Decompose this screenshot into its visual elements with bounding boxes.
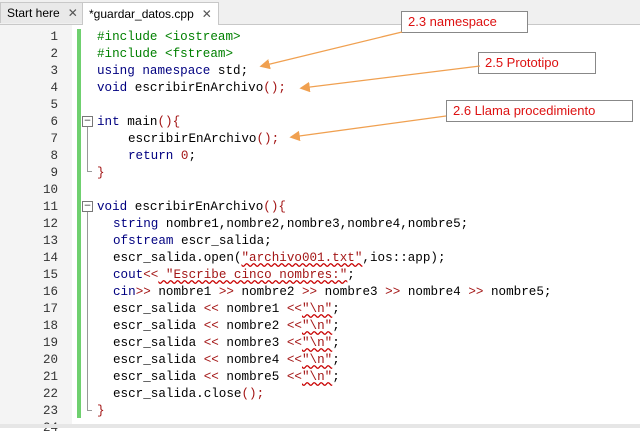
code-line-21: escr_salida << nombre5 <<"\n"; [113,370,340,384]
fold-toggle-escribir[interactable]: − [82,201,93,212]
annotation-prototipo: 2.5 Prototipo [478,52,596,74]
line-number: 2 [50,47,58,61]
line-number: 7 [50,132,58,146]
fold-end [87,171,92,172]
tab-label: *guardar_datos.cpp [89,7,194,21]
code-line-19: escr_salida << nombre3 <<"\n"; [113,336,340,350]
line-number: 24 [42,421,58,435]
tab-guardar-datos[interactable]: *guardar_datos.cpp ✕ [82,2,219,25]
code-line-23: } [97,404,105,418]
horizontal-scrollbar[interactable] [0,424,640,428]
tab-start-here[interactable]: Start here ✕ [0,2,85,23]
code-line-4: void escribirEnArchivo(); [97,81,286,95]
code-line-20: escr_salida << nombre4 <<"\n"; [113,353,340,367]
line-number: 18 [42,319,58,333]
line-number: 3 [50,64,58,78]
line-number: 13 [42,234,58,248]
code-line-7: escribirEnArchivo(); [128,132,280,146]
annotation-llama-procedimiento: 2.6 Llama procedimiento [446,100,633,122]
line-number: 21 [42,370,58,384]
line-number: 20 [42,353,58,367]
line-number: 1 [50,30,58,44]
close-icon[interactable]: ✕ [202,7,212,21]
fold-line [87,212,88,410]
line-number: 5 [50,98,58,112]
line-number: 17 [42,302,58,316]
line-number: 12 [42,217,58,231]
fold-end [87,410,92,411]
code-line-16: cin>> nombre1 >> nombre2 >> nombre3 >> n… [113,285,552,299]
line-number: 22 [42,387,58,401]
code-line-2: #include <fstream> [97,47,234,61]
code-line-22: escr_salida.close(); [113,387,265,401]
line-number: 15 [42,268,58,282]
line-number: 11 [42,200,58,214]
code-line-9: } [97,166,105,180]
close-icon[interactable]: ✕ [68,6,78,20]
line-number: 19 [42,336,58,350]
code-line-14: escr_salida.open("archivo001.txt",ios::a… [113,251,446,265]
line-number: 14 [42,251,58,265]
code-line-18: escr_salida << nombre2 <<"\n"; [113,319,340,333]
line-number: 9 [50,166,58,180]
code-line-8: return 0; [128,149,197,163]
line-number: 4 [50,81,58,95]
tab-label: Start here [7,6,60,20]
line-number: 10 [42,183,58,197]
annotation-namespace: 2.3 namespace [401,11,528,33]
line-number: 16 [42,285,58,299]
code-line-15: cout<< "Escribe cinco nombres:"; [113,268,355,282]
editor-tab-bar: Start here ✕ *guardar_datos.cpp ✕ [0,0,640,25]
fold-line [87,127,88,171]
code-line-1: #include <iostream> [97,30,241,44]
line-number: 23 [42,404,58,418]
code-line-6: int main(){ [97,115,181,129]
code-line-11: void escribirEnArchivo(){ [97,200,286,214]
line-number: 8 [50,149,58,163]
code-line-13: ofstream escr_salida; [113,234,272,248]
modified-lines-bar [77,29,81,418]
code-line-17: escr_salida << nombre1 <<"\n"; [113,302,340,316]
line-number: 6 [50,115,58,129]
code-line-12: string nombre1,nombre2,nombre3,nombre4,n… [113,217,469,231]
fold-toggle-main[interactable]: − [82,116,93,127]
code-line-3: using namespace std; [97,64,249,78]
